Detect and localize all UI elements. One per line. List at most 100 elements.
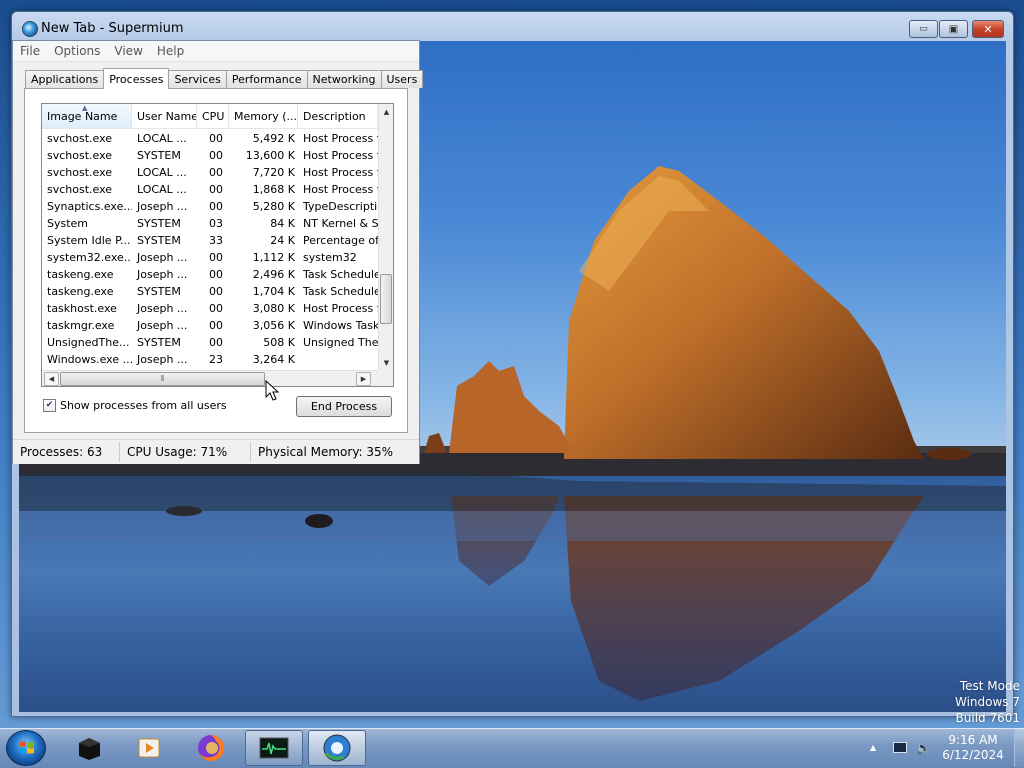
column-header-image-name[interactable]: ▲ Image Name	[42, 104, 132, 128]
network-icon[interactable]	[893, 742, 907, 753]
minimize-icon: ▭	[919, 24, 928, 34]
taskbar-black-box-app[interactable]	[60, 730, 118, 766]
table-cell: 33	[209, 234, 223, 247]
column-header-cpu[interactable]: CPU	[197, 104, 229, 128]
table-cell: 00	[209, 183, 223, 196]
table-cell: Joseph ...	[137, 268, 188, 281]
minimize-button[interactable]: ▭	[909, 20, 938, 38]
tab-networking[interactable]: Networking	[306, 70, 382, 88]
table-cell: System	[47, 217, 89, 230]
end-process-button[interactable]: End Process	[296, 396, 392, 417]
tab-processes[interactable]: Processes	[103, 68, 170, 89]
table-row[interactable]: UnsignedThe... SYSTEM 00 508 K Unsigned Ther	[42, 334, 378, 351]
horizontal-scroll-thumb[interactable]: ⦀	[60, 372, 265, 386]
table-cell: Host Process f	[303, 166, 378, 179]
column-header-user-name[interactable]: User Name	[132, 104, 197, 128]
table-cell: 00	[209, 149, 223, 162]
clock-date: 6/12/2024	[942, 748, 1004, 762]
table-row[interactable]: taskhost.exe Joseph ... 00 3,080 K Host Proc…	[42, 300, 378, 317]
tab-applications[interactable]: Applications	[25, 70, 105, 88]
table-row[interactable]: System SYSTEM 03 84 K NT Kernel & Sy	[42, 215, 378, 232]
tab-performance[interactable]: Performance	[225, 70, 308, 88]
table-cell: SYSTEM	[137, 217, 181, 230]
table-cell: SYSTEM	[137, 234, 181, 247]
start-button[interactable]	[6, 730, 46, 766]
column-header-description[interactable]: Description	[298, 104, 378, 128]
volume-icon[interactable]: 🔈	[916, 741, 931, 755]
scroll-left-arrow-icon[interactable]: ◀	[44, 372, 59, 386]
process-list[interactable]: ▲ Image Name User Name CPU Memory (... D…	[41, 103, 394, 387]
table-cell: Synaptics.exe...	[47, 200, 132, 213]
table-cell: 5,492 K	[252, 132, 295, 145]
table-cell: 00	[209, 285, 223, 298]
watermark-line: Build 7601	[955, 711, 1020, 725]
table-cell: System Idle P...	[47, 234, 131, 247]
vertical-scroll-thumb[interactable]	[380, 274, 392, 324]
table-cell: Joseph ...	[137, 319, 188, 332]
table-row[interactable]: svchost.exe LOCAL ... 00 5,492 K Host Proces…	[42, 130, 378, 147]
vertical-scrollbar[interactable]: ▲ ▼	[378, 104, 393, 370]
taskbar-supermium[interactable]	[308, 730, 366, 766]
table-cell: 13,600 K	[245, 149, 295, 162]
task-manager-menubar: File Options View Help	[13, 41, 419, 62]
maximize-button[interactable]: ▣	[939, 20, 968, 38]
table-cell: taskmgr.exe	[47, 319, 115, 332]
table-row[interactable]: taskeng.exe SYSTEM 00 1,704 K Task Schedule	[42, 283, 378, 300]
tab-users[interactable]: Users	[380, 70, 424, 88]
table-row[interactable]: system32.exe... Joseph ... 00 1,112 K system…	[42, 249, 378, 266]
table-cell: Windows.exe ...	[47, 353, 132, 366]
table-cell: 1,868 K	[252, 183, 295, 196]
table-row[interactable]: svchost.exe LOCAL ... 00 7,720 K Host Proces…	[42, 164, 378, 181]
table-cell: SYSTEM	[137, 336, 181, 349]
table-cell: 24 K	[270, 234, 295, 247]
table-cell: LOCAL ...	[137, 166, 187, 179]
browser-titlebar[interactable]: New Tab - Supermium ▭ ▣ ✕	[12, 12, 1013, 42]
menu-help[interactable]: Help	[150, 44, 191, 58]
system-tray: ▲ 🔈 9:16 AM 6/12/2024	[865, 729, 1024, 767]
table-cell: 3,080 K	[252, 302, 295, 315]
column-header-memory[interactable]: Memory (...	[229, 104, 298, 128]
table-cell	[298, 351, 378, 368]
show-hidden-icons-icon[interactable]: ▲	[870, 743, 876, 752]
menu-view[interactable]: View	[107, 44, 149, 58]
scroll-down-arrow-icon[interactable]: ▼	[379, 355, 393, 370]
watermark-line: Test Mode	[959, 679, 1020, 693]
firefox-icon	[198, 735, 224, 761]
table-cell: 508 K	[263, 336, 295, 349]
show-all-processes-option[interactable]: ✔ Show processes from all users	[43, 399, 227, 412]
table-cell: Joseph ...	[137, 353, 188, 366]
table-cell: 00	[209, 200, 223, 213]
table-cell: SYSTEM	[137, 285, 181, 298]
table-row[interactable]: Synaptics.exe... Joseph ... 00 5,280 K TypeD…	[42, 198, 378, 215]
show-all-processes-checkbox[interactable]: ✔	[43, 399, 56, 412]
table-row[interactable]: taskeng.exe Joseph ... 00 2,496 K Task Sched…	[42, 266, 378, 283]
status-process-count: Processes: 63	[13, 442, 120, 462]
taskbar-media-player[interactable]	[120, 730, 178, 766]
tab-services[interactable]: Services	[168, 70, 227, 88]
table-row[interactable]: Windows.exe ... Joseph ... 23 3,264 K	[42, 351, 378, 368]
table-row[interactable]: svchost.exe LOCAL ... 00 1,868 K Host Proces…	[42, 181, 378, 198]
table-cell: TypeDescriptio	[303, 200, 378, 213]
menu-file[interactable]: File	[13, 44, 47, 58]
table-row[interactable]: System Idle P... SYSTEM 33 24 K Percentage o…	[42, 232, 378, 249]
table-cell: svchost.exe	[47, 166, 113, 179]
taskbar-task-manager[interactable]	[245, 730, 303, 766]
table-cell: Task Schedule	[303, 285, 378, 298]
task-manager-tabs: Applications Processes Services Performa…	[25, 68, 424, 89]
show-desktop-button[interactable]	[1014, 729, 1024, 767]
menu-options[interactable]: Options	[47, 44, 107, 58]
black-box-app-icon	[79, 738, 100, 760]
clock[interactable]: 9:16 AM 6/12/2024	[933, 733, 1013, 763]
windows-flag-icon	[20, 741, 34, 754]
taskbar-firefox[interactable]	[182, 730, 240, 766]
table-cell: 7,720 K	[252, 166, 295, 179]
scroll-up-arrow-icon[interactable]: ▲	[379, 104, 393, 119]
horizontal-scrollbar[interactable]: ◀ ⦀ ▶	[42, 370, 378, 386]
table-cell: system32	[303, 251, 357, 264]
table-cell: Joseph ...	[137, 200, 188, 213]
table-cell: SYSTEM	[137, 149, 181, 162]
scroll-right-arrow-icon[interactable]: ▶	[356, 372, 371, 386]
table-row[interactable]: svchost.exe SYSTEM 00 13,600 K Host Process …	[42, 147, 378, 164]
close-button[interactable]: ✕	[972, 20, 1004, 38]
table-row[interactable]: taskmgr.exe Joseph ... 00 3,056 K Windows Ta…	[42, 317, 378, 334]
